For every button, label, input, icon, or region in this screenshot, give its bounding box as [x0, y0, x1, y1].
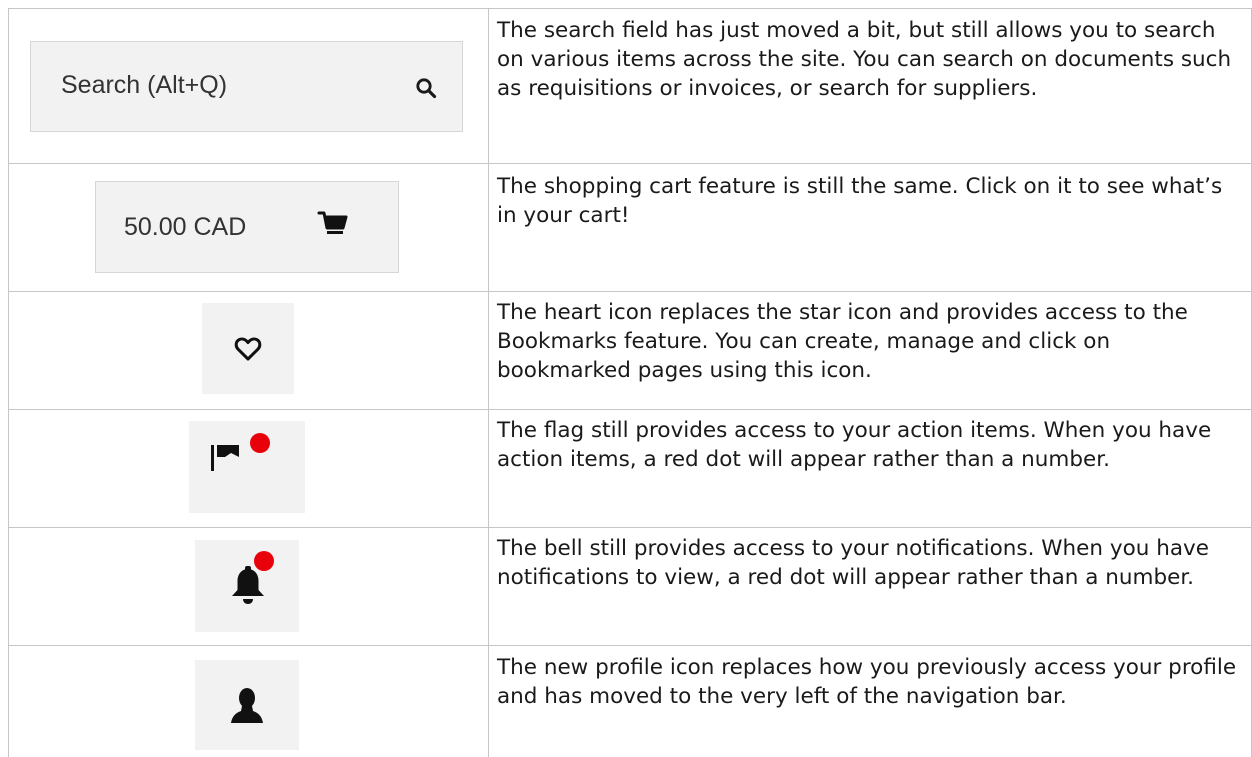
cart-button[interactable]: 50.00 CAD: [95, 181, 399, 273]
row-description: The bell still provides access to your n…: [497, 536, 1209, 590]
row-description: The search field has just moved a bit, b…: [497, 18, 1232, 101]
row-divider: [8, 163, 1252, 164]
action-items-button[interactable]: [189, 421, 305, 513]
row-description: The flag still provides access to your a…: [497, 418, 1212, 472]
search-placeholder: Search (Alt+Q): [61, 71, 228, 99]
search-field[interactable]: Search (Alt+Q): [30, 41, 463, 132]
cart-total: 50.00 CAD: [124, 213, 247, 241]
notification-dot: [253, 550, 275, 572]
row-divider: [8, 409, 1252, 410]
row-description: The new profile icon replaces how you pr…: [497, 655, 1237, 709]
notification-dot: [249, 432, 271, 454]
search-icon[interactable]: [415, 77, 437, 99]
heart-icon: [234, 336, 262, 362]
table-border-top: [8, 8, 1252, 9]
row-divider: [8, 291, 1252, 292]
cart-icon: [317, 209, 349, 241]
feature-table: Search (Alt+Q) The search field has just…: [0, 0, 1252, 757]
profile-icon: [229, 687, 265, 725]
profile-button[interactable]: [195, 660, 299, 750]
row-description: The heart icon replaces the star icon an…: [497, 300, 1188, 383]
column-divider: [488, 8, 489, 757]
row-description: The shopping cart feature is still the s…: [497, 174, 1223, 228]
row-divider: [8, 645, 1252, 646]
table-border-left: [8, 8, 9, 757]
row-divider: [8, 527, 1252, 528]
notifications-button[interactable]: [195, 540, 299, 632]
bookmarks-button[interactable]: [202, 303, 294, 394]
